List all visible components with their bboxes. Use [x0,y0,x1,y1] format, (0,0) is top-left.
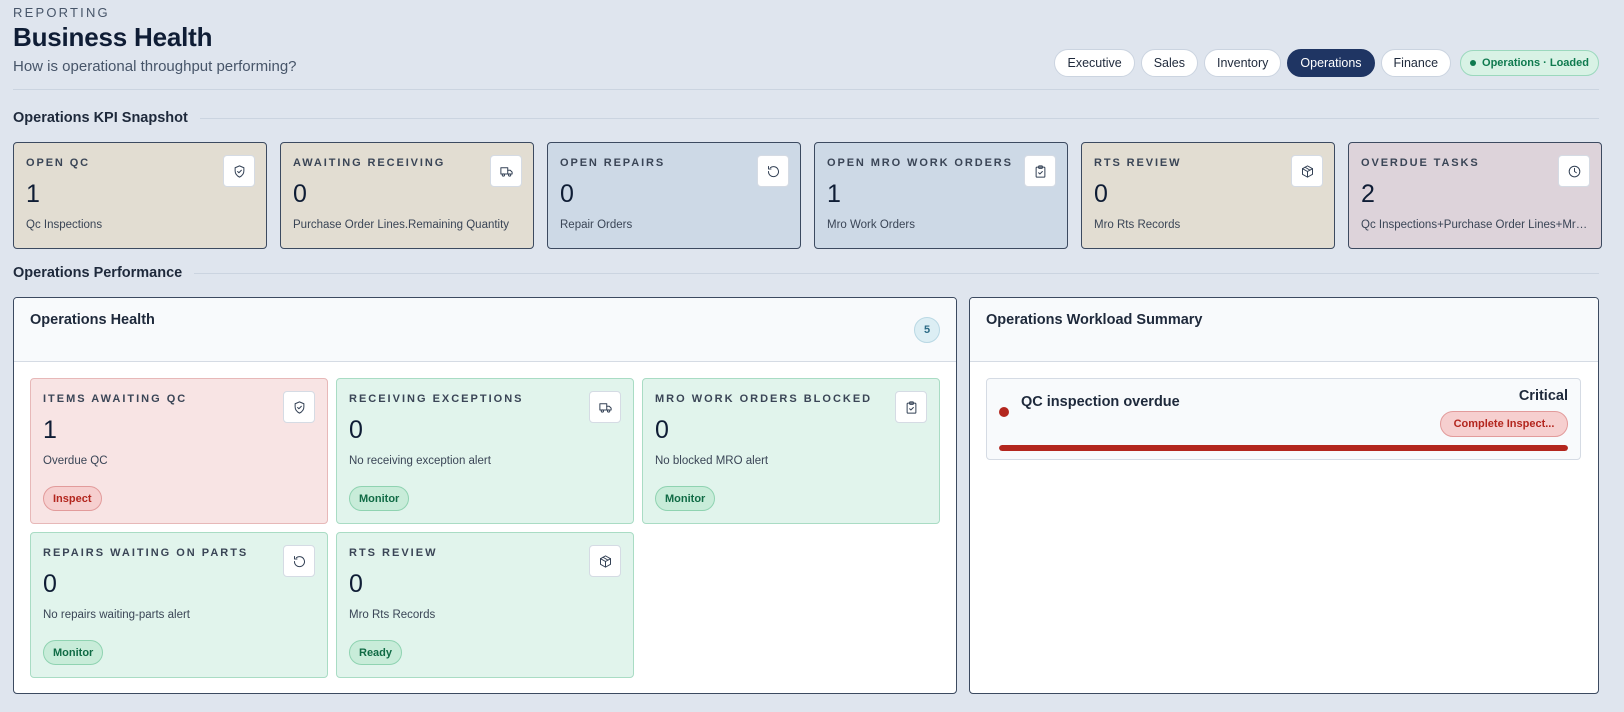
rotate-icon [283,545,315,577]
action-pill-ready[interactable]: Ready [349,640,403,665]
workload-progress-fill [999,445,1568,451]
kpi-label: RTS REVIEW [1094,157,1182,169]
load-status-badge: Operations · Loaded [1460,50,1599,76]
health-card-label: RTS REVIEW [349,547,438,559]
kpi-card-awaiting-receiving[interactable]: AWAITING RECEIVING 0 Purchase Order Line… [280,142,534,249]
health-card-caption: No repairs waiting-parts alert [43,609,191,621]
kpi-card-open-repairs[interactable]: OPEN REPAIRS 0 Repair Orders [547,142,801,249]
truck-icon [589,391,621,423]
kpi-label: AWAITING RECEIVING [293,157,446,169]
health-card-value: 1 [43,416,57,444]
kpi-card-open-qc[interactable]: OPEN QC 1 Qc Inspections [13,142,267,249]
kpi-value: 0 [293,180,307,208]
kpi-section-heading: Operations KPI Snapshot [13,110,1599,126]
dashboard-tabs: Executive Sales Inventory Operations Fin… [1054,49,1599,77]
complete-inspection-button[interactable]: Complete Inspect... [1440,411,1568,437]
kpi-caption: Mro Rts Records [1094,219,1181,231]
kpi-card-open-mro-work-orders[interactable]: OPEN MRO WORK ORDERS 1 Mro Work Orders [814,142,1068,249]
health-card-receiving-exceptions[interactable]: RECEIVING EXCEPTIONS 0 No receiving exce… [336,378,634,524]
status-dot-icon [1470,60,1477,66]
kpi-value: 1 [827,180,841,208]
workload-item-severity: Critical [1518,388,1568,404]
panel-header: Operations Health 5 [14,298,956,362]
kpi-label: OVERDUE TASKS [1361,157,1480,169]
page-eyebrow: REPORTING [13,5,110,20]
section-divider [194,272,1599,274]
health-card-label: ITEMS AWAITING QC [43,393,188,405]
kpi-value: 1 [26,180,40,208]
kpi-label: OPEN MRO WORK ORDERS [827,157,1013,169]
workload-item-title: QC inspection overdue [1021,394,1180,410]
health-card-items-awaiting-qc[interactable]: ITEMS AWAITING QC 1 Overdue QC Inspect [30,378,328,524]
panel-title: Operations Health [30,312,155,328]
rotate-icon [757,155,789,187]
health-card-value: 0 [349,570,363,598]
health-card-label: REPAIRS WAITING ON PARTS [43,547,249,559]
health-card-caption: No receiving exception alert [349,455,491,467]
package-icon [589,545,621,577]
page-title: Business Health [13,22,213,52]
kpi-section-title: Operations KPI Snapshot [13,110,188,126]
clipboard-icon [1024,155,1056,187]
kpi-caption: Mro Work Orders [827,219,915,231]
kpi-card-overdue-tasks[interactable]: OVERDUE TASKS 2 Qc Inspections+Purchase … [1348,142,1602,249]
health-card-caption: No blocked MRO alert [655,455,769,467]
health-card-label: MRO WORK ORDERS BLOCKED [655,393,873,405]
health-card-value: 0 [655,416,669,444]
kpi-value: 0 [1094,180,1108,208]
section-divider [199,117,1599,119]
tab-executive[interactable]: Executive [1054,49,1135,77]
panel-title: Operations Workload Summary [986,312,1203,328]
truck-icon [490,155,522,187]
load-status-label: Operations · Loaded [1482,57,1589,69]
kpi-caption: Qc Inspections+Purchase Order Lines+Mro … [1361,219,1589,231]
performance-section-heading: Operations Performance [13,265,1599,281]
kpi-row: OPEN QC 1 Qc Inspections AWAITING RECEIV… [13,142,1602,249]
health-card-value: 0 [349,416,363,444]
workload-progress-track [999,445,1568,451]
kpi-caption: Qc Inspections [26,219,103,231]
shield-check-icon [283,391,315,423]
action-pill-monitor[interactable]: Monitor [43,640,104,665]
clipboard-icon [895,391,927,423]
operations-health-panel: Operations Health 5 ITEMS AWAITING QC 1 … [13,297,957,694]
panel-header: Operations Workload Summary [970,298,1598,362]
clock-icon [1558,155,1590,187]
shield-check-icon [223,155,255,187]
workload-item[interactable]: QC inspection overdue Critical Complete … [986,378,1581,460]
page-subtitle: How is operational throughput performing… [13,58,297,75]
kpi-label: OPEN QC [26,157,91,169]
action-pill-inspect[interactable]: Inspect [43,486,102,511]
page-header: REPORTING Business Health How is operati… [13,0,1599,90]
health-card-rts-review[interactable]: RTS REVIEW 0 Mro Rts Records Ready [336,532,634,678]
health-card-caption: Overdue QC [43,455,108,467]
health-card-repairs-waiting-on-parts[interactable]: REPAIRS WAITING ON PARTS 0 No repairs wa… [30,532,328,678]
health-card-caption: Mro Rts Records [349,609,436,621]
kpi-value: 2 [1361,180,1375,208]
alert-count-badge: 5 [914,317,940,343]
action-pill-monitor[interactable]: Monitor [655,486,716,511]
tab-finance[interactable]: Finance [1380,49,1452,77]
health-card-value: 0 [43,570,57,598]
tab-sales[interactable]: Sales [1140,49,1198,77]
tab-operations[interactable]: Operations [1287,49,1375,77]
kpi-label: OPEN REPAIRS [560,157,666,169]
action-pill-monitor[interactable]: Monitor [349,486,410,511]
package-icon [1291,155,1323,187]
kpi-card-rts-review[interactable]: RTS REVIEW 0 Mro Rts Records [1081,142,1335,249]
health-card-label: RECEIVING EXCEPTIONS [349,393,524,405]
operations-workload-panel: Operations Workload Summary QC inspectio… [969,297,1599,694]
kpi-value: 0 [560,180,574,208]
severity-dot-icon [999,407,1009,417]
health-card-grid: ITEMS AWAITING QC 1 Overdue QC Inspect R… [30,378,940,678]
performance-section-title: Operations Performance [13,265,183,281]
kpi-caption: Purchase Order Lines.Remaining Quantity [293,219,510,231]
tab-inventory[interactable]: Inventory [1203,49,1282,77]
health-card-mro-work-orders-blocked[interactable]: MRO WORK ORDERS BLOCKED 0 No blocked MRO… [642,378,940,524]
kpi-caption: Repair Orders [560,219,633,231]
